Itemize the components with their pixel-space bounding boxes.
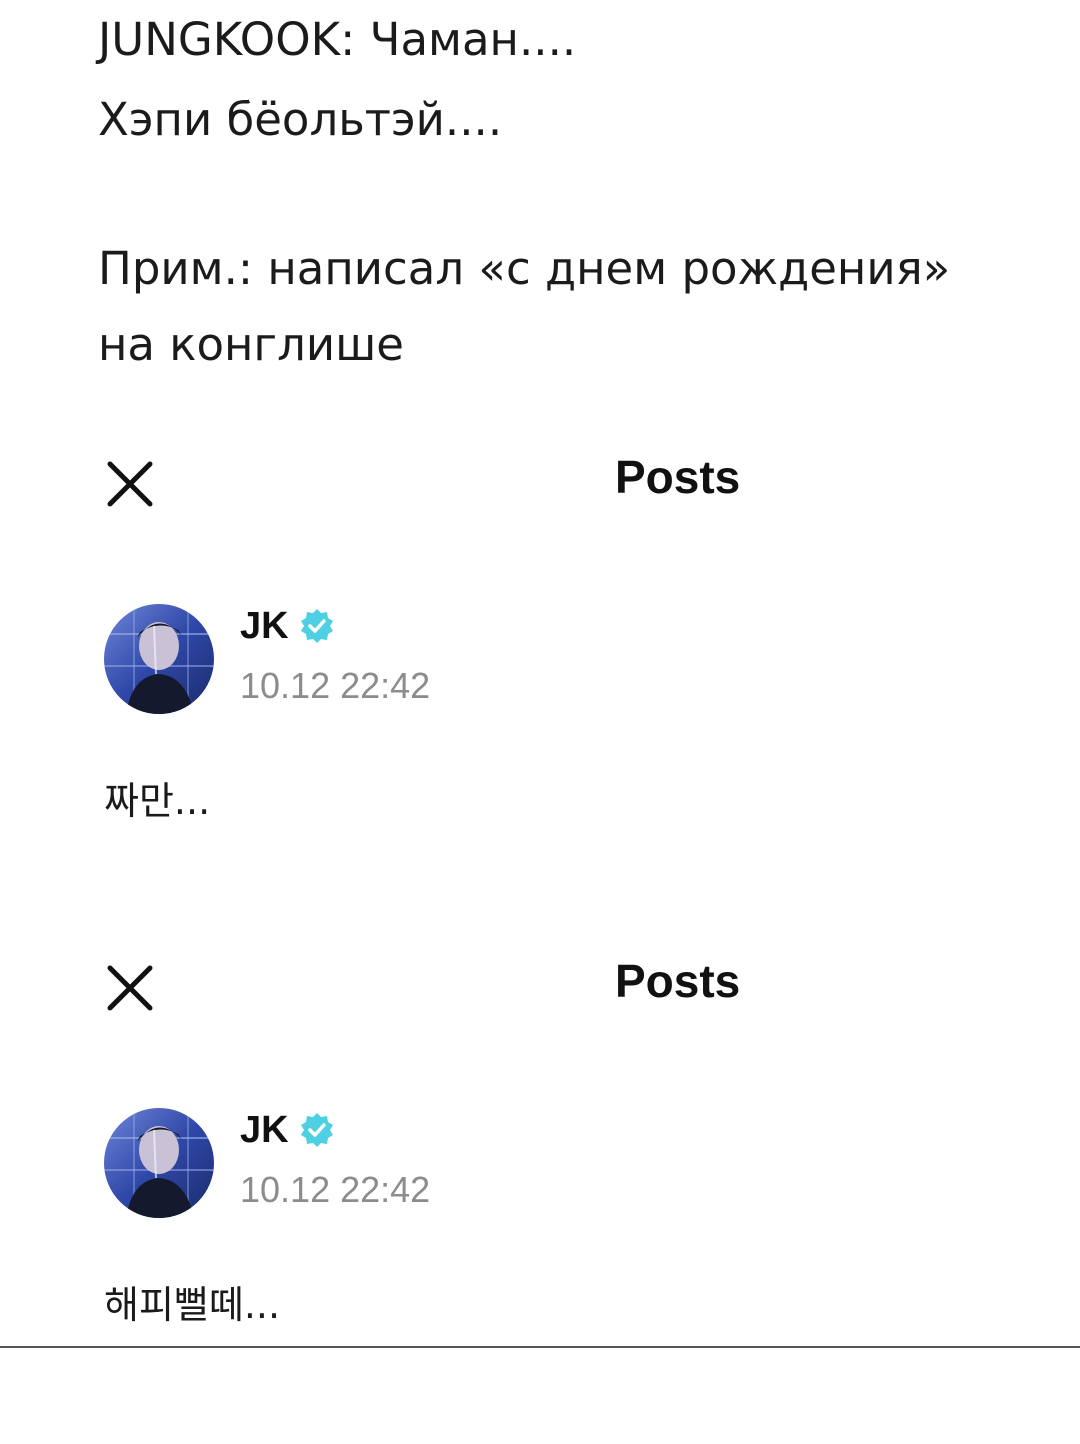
caption-line-1: JUNGKOOK: Чаман.... (98, 13, 577, 66)
author-row: JK (240, 1108, 337, 1152)
post-timestamp: 10.12 22:42 (240, 1169, 431, 1210)
post-screenshot-1: Posts JK 10.12 22:42 짜만... (0, 440, 1080, 940)
avatar[interactable] (104, 1108, 214, 1218)
caption-note-line-1: Прим.: написал «с днем рождения» (98, 242, 951, 295)
post-body-text: 해피뻘떼... (104, 1283, 281, 1327)
caption-line-2: Хэпи бёольтэй.... (98, 93, 503, 146)
author-name[interactable]: JK (240, 607, 289, 645)
verified-badge-icon (297, 1110, 337, 1150)
close-icon[interactable] (104, 458, 156, 510)
close-icon[interactable] (104, 962, 156, 1014)
posts-header-title: Posts (615, 451, 741, 503)
avatar[interactable] (104, 604, 214, 714)
caption-note-line-2: на конглише (98, 318, 404, 371)
posts-header-title: Posts (615, 955, 741, 1007)
post-body-text: 짜만... (104, 779, 211, 823)
post-timestamp: 10.12 22:42 (240, 665, 431, 706)
verified-badge-icon (297, 606, 337, 646)
author-name[interactable]: JK (240, 1111, 289, 1149)
post-screenshot-2: Posts JK 10.12 22:42 해피뻘떼... (0, 944, 1080, 1444)
author-row: JK (240, 604, 337, 648)
bottom-divider (0, 1346, 1080, 1348)
